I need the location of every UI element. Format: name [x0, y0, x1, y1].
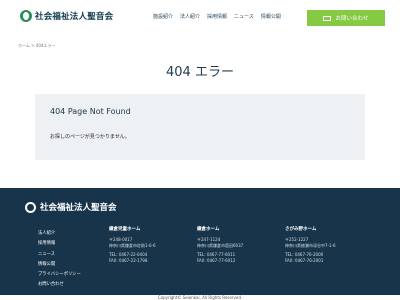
footer-link-privacy[interactable]: プライバシーポリシー — [38, 270, 81, 280]
facility-fax: FAX: 0467-22-1798 — [109, 258, 148, 263]
footer-link-about[interactable]: 法人紹介 — [38, 229, 81, 239]
nav-item-about[interactable]: 法人紹介 — [180, 13, 200, 20]
facility-name[interactable]: さがみ野ホーム — [285, 227, 336, 233]
nav-item-recruit[interactable]: 採用情報 — [207, 13, 227, 20]
facility-fax: FAX: 0467-76-2001 — [285, 258, 324, 263]
footer-logo[interactable]: 社会福祉法人聖音会 — [25, 201, 117, 213]
facility-fax: FAX: 0467-77-6012 — [197, 258, 236, 263]
footer-links: 法人紹介 採用情報 ニュース 情報公開 プライバシーポリシー お問い合わせ — [38, 229, 81, 291]
contact-button[interactable]: お問い合わせ — [307, 10, 385, 26]
footer-facility-3: さがみ野ホーム 〒252-1227 神奈川県綾瀬市深谷中7-1-6 TEL: 0… — [285, 227, 336, 264]
nav-item-disclosure[interactable]: 情報公開 — [261, 13, 281, 20]
footer-logo-mark-icon — [25, 201, 36, 213]
site-header: 社会福祉法人聖音会 施設紹介 法人紹介 採用情報 ニュース 情報公開 お問い合わ… — [0, 0, 400, 36]
nav-item-facilities[interactable]: 施設紹介 — [153, 13, 173, 20]
footer-link-recruit[interactable]: 採用情報 — [38, 239, 81, 249]
logo-mark-icon — [20, 10, 32, 22]
footer-facility-1: 鎌倉児童ホーム 〒248-0017 神奈川県鎌倉市佐助1-6-6 TEL: 04… — [109, 227, 156, 264]
main-nav: 施設紹介 法人紹介 採用情報 ニュース 情報公開 — [153, 13, 281, 20]
footer-link-news[interactable]: ニュース — [38, 250, 81, 260]
page-title: 404 エラー — [166, 65, 234, 80]
breadcrumb: ホーム > 404エラー — [18, 43, 56, 48]
facility-name[interactable]: 鎌倉ホーム — [197, 227, 243, 233]
facility-address: 神奈川県鎌倉市笛田6037 — [197, 243, 244, 248]
error-panel: 404 Page Not Found お探しのページが見つかりません。 — [35, 94, 365, 160]
facility-address: 神奈川県鎌倉市佐助1-6-6 — [109, 243, 156, 248]
error-heading: 404 Page Not Found — [50, 107, 131, 116]
logo-text: 社会福祉法人聖音会 — [35, 12, 114, 22]
facility-address: 神奈川県綾瀬市深谷中7-1-6 — [285, 243, 336, 248]
mail-icon — [323, 15, 332, 21]
site-footer: 社会福祉法人聖音会 法人紹介 採用情報 ニュース 情報公開 プライバシーポリシー… — [0, 188, 400, 300]
footer-link-disclosure[interactable]: 情報公開 — [38, 260, 81, 270]
contact-label: お問い合わせ — [335, 16, 369, 22]
error-message: お探しのページが見つかりません。 — [50, 134, 130, 140]
site-logo[interactable]: 社会福祉法人聖音会 — [20, 10, 113, 22]
footer-link-contact[interactable]: お問い合わせ — [38, 280, 81, 290]
nav-item-news[interactable]: ニュース — [234, 13, 254, 20]
footer-facility-2: 鎌倉ホーム 〒247-1124 神奈川県鎌倉市笛田6037 TEL: 0467-… — [197, 227, 243, 264]
footer-logo-text: 社会福祉法人聖音会 — [40, 203, 117, 213]
copyright: Copyright© Seionkai, All Rights Reserved… — [0, 295, 400, 300]
facility-name[interactable]: 鎌倉児童ホーム — [109, 227, 156, 233]
